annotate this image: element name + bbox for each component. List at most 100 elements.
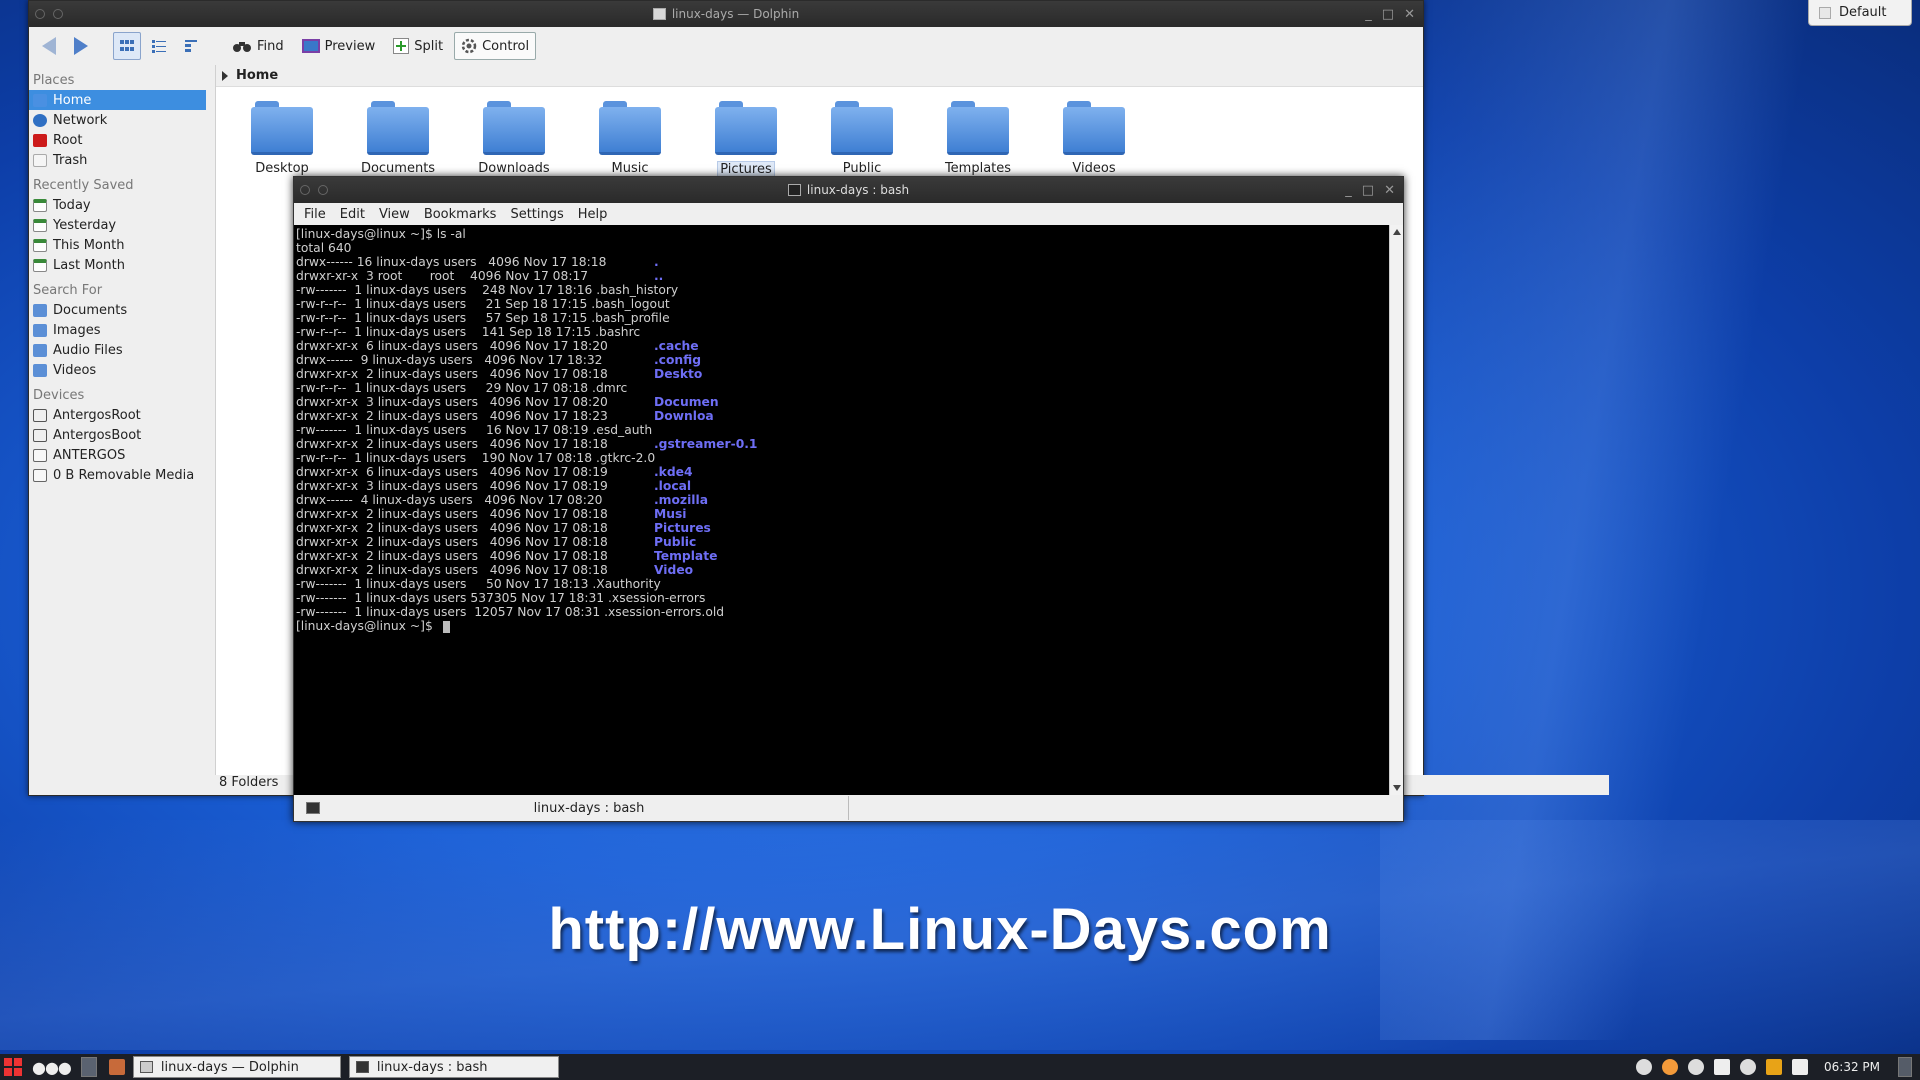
sidebar-item-label: This Month — [53, 237, 125, 253]
folder-label: Videos — [1072, 161, 1116, 176]
sidebar-item-documents[interactable]: Documents — [29, 300, 206, 320]
folder-item[interactable]: Downloads — [456, 101, 572, 178]
sidebar-item-label: Last Month — [53, 257, 125, 273]
terminal-dir-name: Template — [654, 549, 718, 563]
control-button[interactable]: Control — [454, 32, 537, 60]
sidebar-item-audio-files[interactable]: Audio Files — [29, 340, 206, 360]
icons-view-icon — [120, 40, 134, 51]
default-button[interactable]: Default — [1808, 0, 1912, 26]
menu-view[interactable]: View — [379, 207, 410, 222]
compact-view-button[interactable] — [145, 32, 173, 60]
sidebar-item-label: Home — [53, 92, 92, 108]
terminal-dir-name: Public — [654, 535, 697, 549]
terminal-line-text: -rw------- 1 linux-days users 248 Nov 17… — [296, 283, 679, 297]
folder-item[interactable]: Desktop — [224, 101, 340, 178]
sidebar-item-videos[interactable]: Videos — [29, 360, 206, 380]
terminal-prompt: [linux-days@linux ~]$ — [296, 619, 433, 633]
back-button[interactable] — [35, 32, 63, 60]
terminal-prompt-line[interactable]: [linux-days@linux ~]$ — [296, 619, 1387, 633]
task-dolphin[interactable]: linux-days — Dolphin — [132, 1056, 341, 1078]
network-icon — [33, 113, 47, 127]
sidebar-item-network[interactable]: Network — [29, 110, 206, 130]
scroll-down-icon[interactable] — [1393, 785, 1401, 791]
settings-icon[interactable] — [1688, 1059, 1704, 1075]
terminal-line: -rw------- 1 linux-days users 16 Nov 17 … — [296, 423, 1387, 437]
menu-file[interactable]: File — [304, 207, 326, 222]
show-desktop-button[interactable] — [1898, 1057, 1912, 1077]
terminal-dir-name: .config — [654, 353, 702, 367]
app-menu-button[interactable] — [4, 1058, 22, 1076]
find-button[interactable]: Find — [225, 32, 291, 60]
sidebar-item-label: Trash — [53, 152, 88, 168]
network-tray-icon[interactable] — [1740, 1059, 1756, 1075]
folder-icon — [599, 101, 661, 155]
terminal-line: drwxr-xr-x 2 linux-days users 4096 Nov 1… — [296, 437, 1387, 451]
sidebar-item-yesterday[interactable]: Yesterday — [29, 215, 206, 235]
dolphin-titlebar[interactable]: linux-days — Dolphin _ □ ✕ — [29, 1, 1423, 27]
sidebar-item-today[interactable]: Today — [29, 195, 206, 215]
konsole-window[interactable]: linux-days : bash _ □ ✕ File Edit View B… — [293, 176, 1404, 822]
sidebar-item-last-month[interactable]: Last Month — [29, 255, 206, 275]
sidebar-item-removable-media[interactable]: 0 B Removable Media — [29, 465, 206, 485]
file-manager-launcher-icon[interactable] — [108, 1059, 125, 1075]
sidebar-item-antergos[interactable]: ANTERGOS — [29, 445, 206, 465]
tab-bash[interactable]: linux-days : bash — [294, 796, 849, 820]
menu-settings[interactable]: Settings — [510, 207, 563, 222]
terminal-line: -rw-r--r-- 1 linux-days users 21 Sep 18 … — [296, 297, 1387, 311]
preview-button[interactable]: Preview — [295, 32, 383, 60]
folder-item[interactable]: Public — [804, 101, 920, 178]
folder-label: Templates — [944, 161, 1012, 176]
updates-icon[interactable] — [1636, 1059, 1652, 1075]
sidebar-item-antergosroot[interactable]: AntergosRoot — [29, 405, 206, 425]
clock[interactable]: 06:32 PM — [1824, 1060, 1880, 1074]
display-icon[interactable] — [1792, 1059, 1808, 1075]
dolphin-task-icon — [139, 1061, 153, 1073]
terminal-line: drwx------ 9 linux-days users 4096 Nov 1… — [296, 353, 1387, 367]
breadcrumb[interactable]: Home — [216, 65, 1423, 87]
more-icon[interactable]: ●●● — [32, 1058, 72, 1077]
terminal-line-text: drwxr-xr-x 2 linux-days users 4096 Nov 1… — [296, 409, 608, 423]
icons-view-button[interactable] — [113, 32, 141, 60]
optical-disc-icon — [33, 448, 47, 462]
sidebar-item-label: 0 B Removable Media — [53, 467, 195, 483]
folder-item[interactable]: Documents — [340, 101, 456, 178]
sidebar-item-label: Audio Files — [53, 342, 123, 358]
terminal-line-text: drwxr-xr-x 6 linux-days users 4096 Nov 1… — [296, 339, 608, 353]
split-button[interactable]: Split — [386, 32, 450, 60]
sidebar-item-this-month[interactable]: This Month — [29, 235, 206, 255]
sidebar-item-antergosboot[interactable]: AntergosBoot — [29, 425, 206, 445]
wrench-icon[interactable] — [1766, 1059, 1782, 1075]
clipboard-icon[interactable] — [1714, 1059, 1730, 1075]
folder-item[interactable]: Music — [572, 101, 688, 178]
menu-help[interactable]: Help — [578, 207, 608, 222]
sidebar-item-images[interactable]: Images — [29, 320, 206, 340]
menu-edit[interactable]: Edit — [340, 207, 365, 222]
forward-button[interactable] — [67, 32, 95, 60]
task-konsole[interactable]: linux-days : bash — [348, 1056, 559, 1078]
terminal-line-text: drwx------ 4 linux-days users 4096 Nov 1… — [296, 493, 603, 507]
konsole-titlebar[interactable]: linux-days : bash _ □ ✕ — [294, 177, 1403, 203]
folder-item[interactable]: Pictures — [688, 101, 804, 178]
scroll-up-icon[interactable] — [1393, 229, 1401, 235]
desktop-switcher-icon[interactable] — [80, 1057, 97, 1077]
folder-icon — [715, 101, 777, 155]
breadcrumb-home[interactable]: Home — [236, 68, 278, 83]
terminal-task-icon — [355, 1061, 369, 1073]
breadcrumb-arrow-icon[interactable] — [222, 70, 228, 81]
terminal-line-text: drwxr-xr-x 2 linux-days users 4096 Nov 1… — [296, 521, 608, 535]
konsole-tabbar: linux-days : bash — [294, 795, 1403, 821]
preview-label: Preview — [324, 38, 376, 54]
terminal-line-text: -rw------- 1 linux-days users 50 Nov 17 … — [296, 577, 661, 591]
sidebar-item-home[interactable]: Home — [29, 90, 206, 110]
details-view-button[interactable] — [177, 32, 205, 60]
menu-bookmarks[interactable]: Bookmarks — [424, 207, 497, 222]
watermark-url: http://www.Linux-Days.com — [548, 897, 1332, 962]
terminal-output[interactable]: [linux-days@linux ~]$ ls -al total 640 drw… — [294, 225, 1389, 795]
sidebar-item-root[interactable]: Root — [29, 130, 206, 150]
sidebar-item-trash[interactable]: Trash — [29, 150, 206, 170]
folder-item[interactable]: Templates — [920, 101, 1036, 178]
root-folder-icon — [33, 133, 47, 147]
folder-item[interactable]: Videos — [1036, 101, 1152, 178]
terminal-scrollbar[interactable] — [1389, 225, 1403, 795]
redshift-icon[interactable] — [1662, 1059, 1678, 1075]
